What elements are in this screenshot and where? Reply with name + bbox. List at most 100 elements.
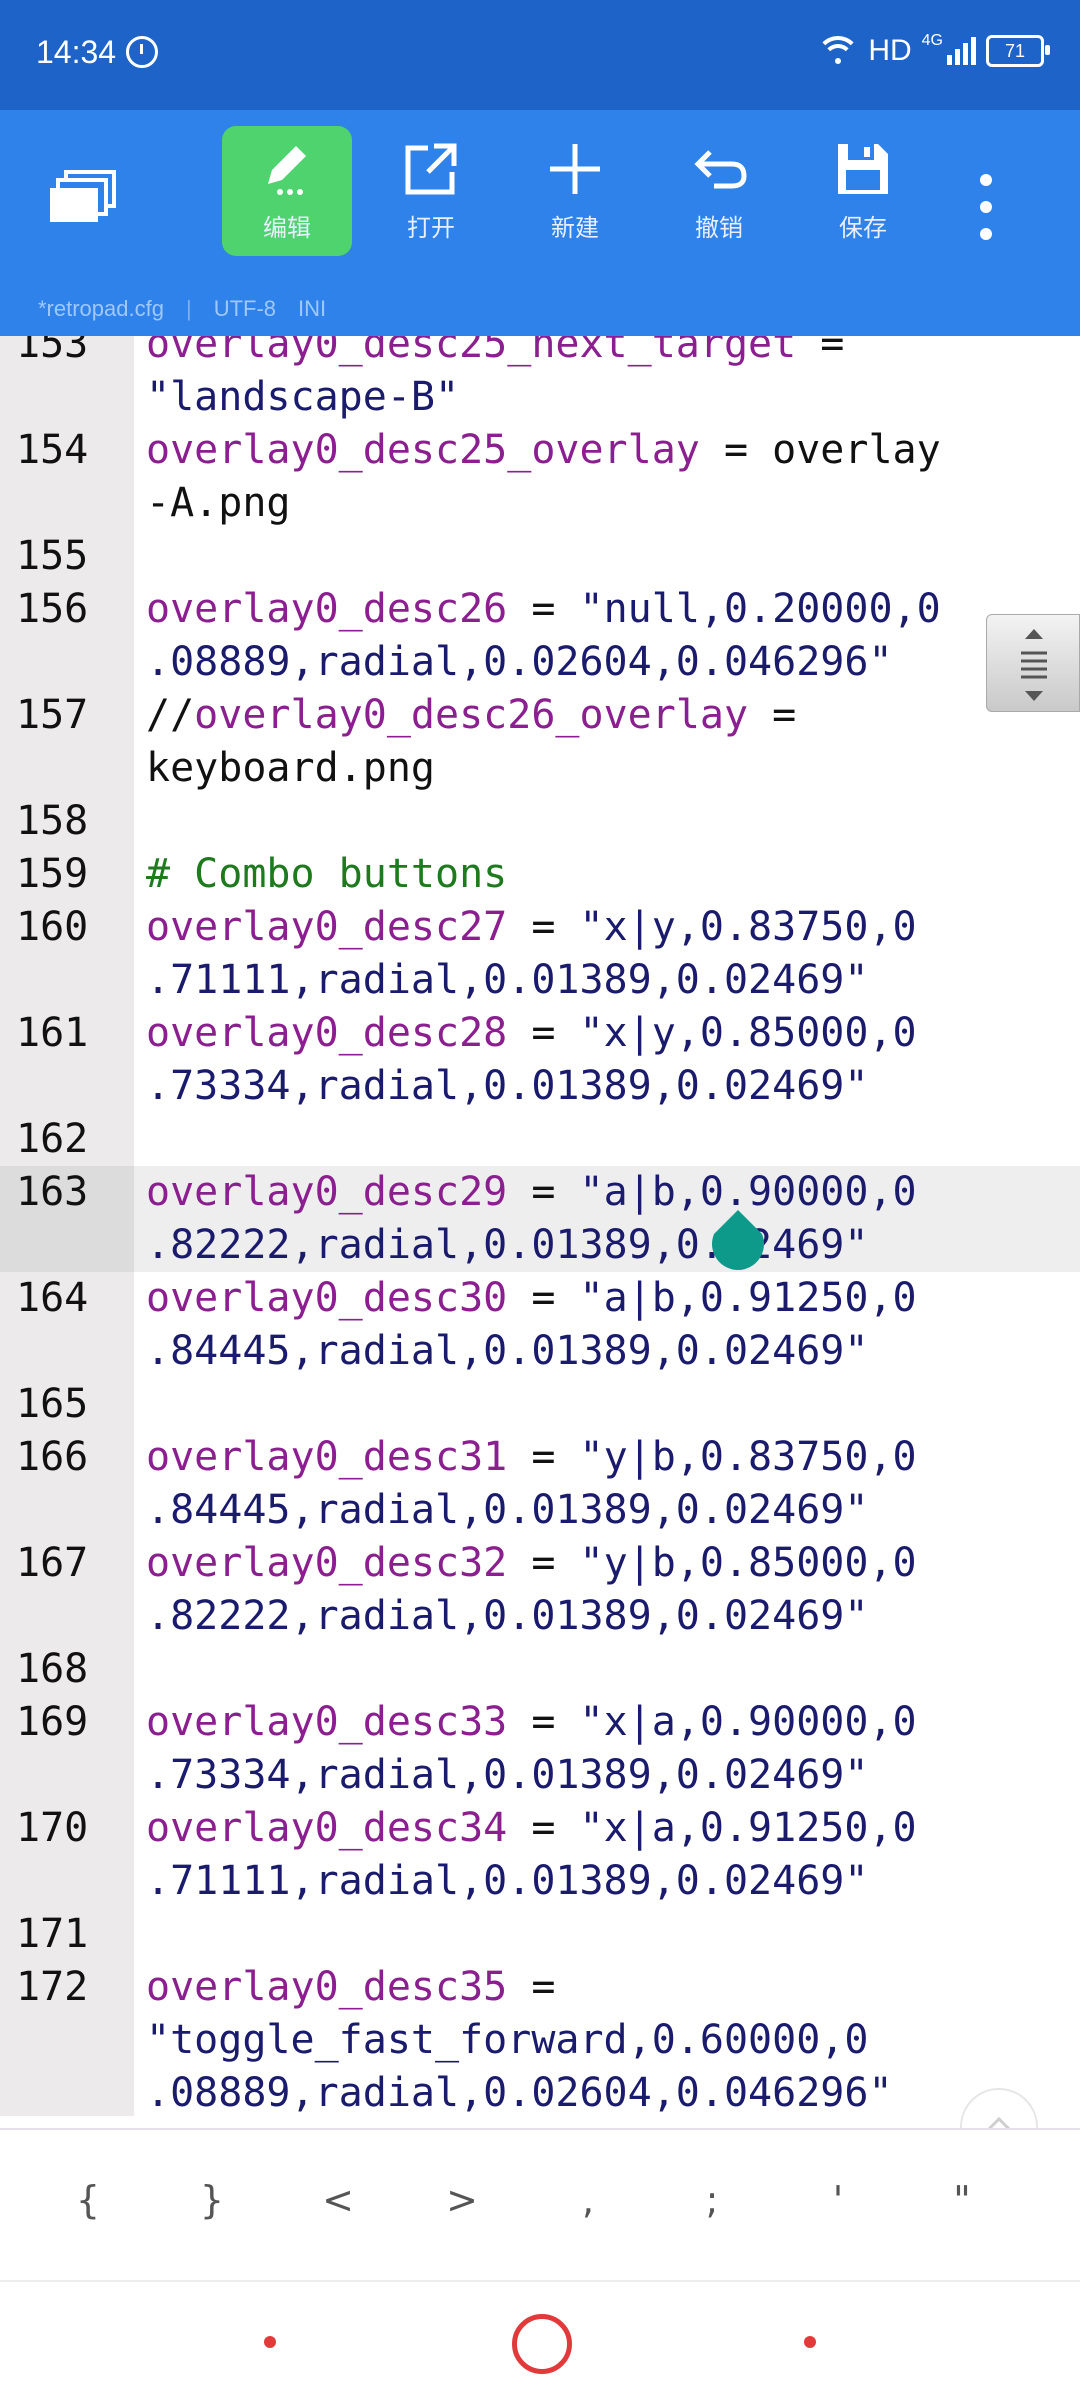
config-value: .84445,radial,0.01389,0.02469"	[146, 1487, 869, 1533]
config-key: overlay0_desc33	[146, 1699, 508, 1745]
code-line[interactable]: 161 overlay0_desc28 = "x|y,0.85000,0.7333…	[0, 1007, 1080, 1113]
config-value: "a|b,0.90000,0	[579, 1169, 917, 1215]
plain-text: = overlay	[699, 427, 941, 473]
code-line[interactable]: 168	[0, 1643, 1080, 1696]
hd-label: HD	[868, 34, 912, 67]
symbol-key[interactable]: >	[422, 2178, 502, 2222]
code-text: overlay0_desc26 = "null,0.20000,0	[146, 583, 1046, 636]
plain-text: =	[796, 336, 845, 367]
config-key: overlay0_desc29	[146, 1169, 508, 1215]
battery-level: 71	[1004, 40, 1026, 61]
code-line[interactable]: 169 overlay0_desc33 = "x|a,0.90000,0.7333…	[0, 1696, 1080, 1802]
navigation-bar	[0, 2282, 1080, 2400]
config-key: overlay0_desc26	[146, 586, 508, 632]
code-text: overlay0_desc31 = "y|b,0.83750,0	[146, 1431, 1046, 1484]
line-number: 167	[16, 1540, 89, 1586]
file-info-bar: *retropad.cfg | UTF-8 INI	[0, 282, 1080, 336]
open-button[interactable]: 打开	[366, 126, 496, 256]
edit-button[interactable]: 编辑	[222, 126, 352, 256]
new-button[interactable]: 新建	[510, 126, 640, 256]
line-number: 163	[0, 1166, 134, 1272]
code-line[interactable]: 172 overlay0_desc35 = "toggle_fast_forward…	[0, 1961, 1080, 2116]
code-line[interactable]: 155	[0, 530, 1080, 583]
wifi-icon	[816, 36, 861, 66]
line-number: 170	[16, 1805, 89, 1851]
code-line[interactable]: 159 # Combo buttons	[0, 848, 1080, 901]
config-key: overlay0_desc35	[146, 1964, 508, 2010]
symbol-bar: {} < >,; ' "	[0, 2130, 1080, 2282]
code-text: # Combo buttons	[146, 848, 1046, 901]
code-line[interactable]: 154 overlay0_desc25_overlay = overlay -A.p…	[0, 424, 1080, 530]
code-editor[interactable]: 153 overlay0_desc25_next_target = "landsca…	[0, 336, 1080, 2116]
plain-text: =	[748, 692, 797, 738]
code-line[interactable]: 153 overlay0_desc25_next_target = "landsca…	[0, 336, 1080, 424]
save-button[interactable]: 保存	[798, 126, 928, 256]
code-text: overlay0_desc34 = "x|a,0.91250,0	[146, 1802, 1046, 1855]
symbol-key[interactable]: }	[172, 2178, 252, 2222]
config-value: "landscape-B"	[146, 374, 460, 420]
pencil-icon	[268, 145, 306, 195]
nav-menu-button[interactable]	[264, 2336, 276, 2348]
config-value: .08889,radial,0.02604,0.046296"	[146, 2070, 893, 2116]
config-key: overlay0_desc27	[146, 904, 508, 950]
more-vertical-icon[interactable]	[966, 162, 1006, 252]
code-line[interactable]: 158	[0, 795, 1080, 848]
symbol-key[interactable]: {	[48, 2178, 128, 2222]
symbol-key[interactable]: ;	[672, 2178, 752, 2222]
code-text: .82222,radial,0.01389,0.02469"	[146, 1219, 1046, 1272]
config-key: overlay0_desc32	[146, 1540, 508, 1586]
text-cursor-handle[interactable]	[710, 1210, 766, 1274]
line-number: 157	[16, 692, 89, 738]
line-number: 160	[16, 904, 89, 950]
code-line[interactable]: 164 overlay0_desc30 = "a|b,0.91250,0.8444…	[0, 1272, 1080, 1378]
plain-text: =	[507, 586, 580, 632]
line-number: 162	[16, 1116, 89, 1162]
line-number: 154	[16, 427, 89, 473]
config-value: .71111,radial,0.01389,0.02469"	[146, 1858, 869, 1904]
code-line[interactable]: 170 overlay0_desc34 = "x|a,0.91250,0.7111…	[0, 1802, 1080, 1908]
code-line[interactable]: 162	[0, 1113, 1080, 1166]
code-text: .71111,radial,0.01389,0.02469"	[146, 954, 1046, 1007]
config-key: overlay0_desc28	[146, 1010, 508, 1056]
config-key: overlay0_desc31	[146, 1434, 508, 1480]
new-label: 新建	[551, 214, 599, 242]
config-value: "y|b,0.85000,0	[579, 1540, 917, 1586]
code-line[interactable]: 165	[0, 1378, 1080, 1431]
plain-text: =	[507, 1964, 556, 2010]
plain-text: =	[507, 1010, 580, 1056]
code-text: //overlay0_desc26_overlay =	[146, 689, 1046, 742]
nav-home-button[interactable]	[512, 2314, 572, 2374]
file-type: INI	[298, 296, 327, 321]
config-value: .73334,radial,0.01389,0.02469"	[146, 1752, 869, 1798]
windows-icon[interactable]	[48, 166, 120, 238]
network-type: 4G	[921, 32, 943, 49]
fast-scroll-handle[interactable]	[986, 614, 1080, 712]
symbol-key[interactable]: ,	[548, 2178, 628, 2222]
symbol-key[interactable]: <	[298, 2178, 378, 2222]
code-text: -A.png	[146, 477, 1046, 530]
code-line[interactable]: 157//overlay0_desc26_overlay = keyboard.p…	[0, 689, 1080, 795]
plain-text: =	[507, 1540, 580, 1586]
undo-icon	[694, 149, 747, 188]
config-value: .71111,radial,0.01389,0.02469"	[146, 957, 869, 1003]
line-number: 153	[16, 336, 89, 367]
code-line[interactable]: 171	[0, 1908, 1080, 1961]
undo-button[interactable]: 撤销	[654, 126, 784, 256]
code-line[interactable]: 160 overlay0_desc27 = "x|y,0.83750,0.7111…	[0, 901, 1080, 1007]
nav-back-button[interactable]	[804, 2336, 816, 2348]
code-line[interactable]: 167 overlay0_desc32 = "y|b,0.85000,0.8222…	[0, 1537, 1080, 1643]
plain-text: =	[507, 1169, 580, 1215]
code-line[interactable]: 166 overlay0_desc31 = "y|b,0.83750,0.8444…	[0, 1431, 1080, 1537]
symbol-key[interactable]: "	[922, 2178, 1002, 2222]
line-number: 156	[16, 586, 89, 632]
code-text: .84445,radial,0.01389,0.02469"	[146, 1325, 1046, 1378]
comment-text: # Combo buttons	[146, 851, 508, 897]
code-text: "landscape-B"	[146, 371, 1046, 424]
code-line[interactable]: 156 overlay0_desc26 = "null,0.20000,0.088…	[0, 583, 1080, 689]
symbol-key[interactable]: '	[798, 2178, 878, 2222]
line-number: 172	[16, 1964, 89, 2010]
code-text: overlay0_desc32 = "y|b,0.85000,0	[146, 1537, 1046, 1590]
code-text: .08889,radial,0.02604,0.046296"	[146, 2067, 1046, 2116]
code-text: .73334,radial,0.01389,0.02469"	[146, 1060, 1046, 1113]
code-line[interactable]: 163 overlay0_desc29 = "a|b,0.90000,0.8222…	[0, 1166, 1080, 1272]
